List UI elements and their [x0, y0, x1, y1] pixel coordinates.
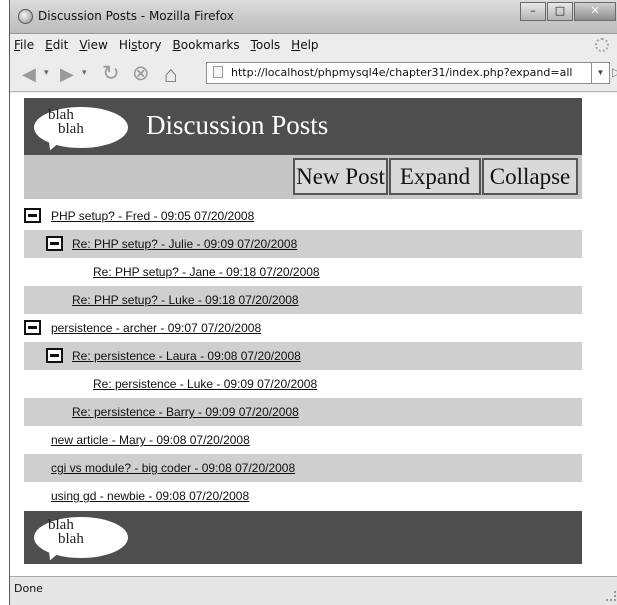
- post-row: new article - Mary - 09:08 07/20/2008: [24, 426, 582, 454]
- logo-bubble-tail: [44, 136, 62, 153]
- forward-arrow-icon[interactable]: ▶: [60, 65, 74, 83]
- post-link[interactable]: Re: PHP setup? - Luke - 09:18 07/20/2008: [72, 286, 299, 314]
- collapse-toggle-icon[interactable]: [24, 208, 41, 223]
- collapse-button[interactable]: Collapse: [482, 158, 578, 195]
- forward-dropdown-icon[interactable]: ▾: [82, 67, 87, 78]
- url-bar[interactable]: http://localhost/phpmysql4e/chapter31/in…: [206, 62, 592, 84]
- post-row: using gd - newbie - 09:08 07/20/2008: [24, 482, 582, 510]
- menu-view[interactable]: View: [79, 38, 107, 52]
- page-footer: blah blah: [24, 511, 582, 564]
- new-post-button[interactable]: New Post: [293, 158, 388, 195]
- maximize-button[interactable]: □: [547, 2, 573, 21]
- minimize-button[interactable]: –: [520, 2, 546, 21]
- post-row: persistence - archer - 09:07 07/20/2008: [24, 314, 582, 342]
- home-icon[interactable]: ⌂: [164, 63, 178, 86]
- post-row: Re: persistence - Luke - 09:09 07/20/200…: [24, 370, 582, 398]
- collapse-toggle-icon[interactable]: [46, 236, 63, 251]
- post-row: Re: PHP setup? - Jane - 09:18 07/20/2008: [24, 258, 582, 286]
- post-link[interactable]: Re: PHP setup? - Julie - 09:09 07/20/200…: [72, 230, 297, 258]
- post-toolbar: New Post Expand Collapse: [24, 155, 582, 199]
- menu-help[interactable]: Help: [291, 38, 318, 52]
- navigation-toolbar: ◀ ▾ ▶ ▾ ↻ ⊗ ⌂ http://localhost/phpmysql4…: [10, 56, 617, 92]
- go-arrow-icon[interactable]: ▷: [612, 65, 617, 79]
- firefox-icon: [18, 9, 33, 24]
- footer-logo-bubble-tail: [44, 546, 62, 563]
- menu-file[interactable]: File: [14, 38, 34, 52]
- title-bar: Discussion Posts - Mozilla Firefox – □ ✕: [10, 0, 617, 34]
- page-viewport: blah blah Discussion Posts New Post Expa…: [10, 93, 617, 576]
- stop-icon[interactable]: ⊗: [132, 63, 150, 84]
- collapse-toggle-icon[interactable]: [24, 320, 41, 335]
- post-link[interactable]: persistence - archer - 09:07 07/20/2008: [51, 314, 261, 342]
- post-row: Re: persistence - Laura - 09:08 07/20/20…: [24, 342, 582, 370]
- post-link[interactable]: cgi vs module? - big coder - 09:08 07/20…: [51, 454, 295, 482]
- page-icon: [213, 66, 223, 78]
- post-list: PHP setup? - Fred - 09:05 07/20/2008 Re: …: [24, 202, 582, 510]
- post-row: Re: PHP setup? - Julie - 09:09 07/20/200…: [24, 230, 582, 258]
- post-row: cgi vs module? - big coder - 09:08 07/20…: [24, 454, 582, 482]
- collapse-toggle-icon[interactable]: [46, 348, 63, 363]
- post-row: Re: persistence - Barry - 09:09 07/20/20…: [24, 398, 582, 426]
- back-dropdown-icon[interactable]: ▾: [44, 67, 49, 78]
- page-header: blah blah Discussion Posts: [24, 98, 582, 155]
- page-title: Discussion Posts: [146, 110, 329, 140]
- menu-edit[interactable]: Edit: [45, 38, 68, 52]
- reload-icon[interactable]: ↻: [102, 63, 120, 84]
- post-link[interactable]: Re: persistence - Luke - 09:09 07/20/200…: [93, 370, 317, 398]
- activity-throbber-icon: [595, 38, 609, 52]
- footer-logo-text: blah blah: [48, 518, 84, 547]
- url-text: http://localhost/phpmysql4e/chapter31/in…: [231, 66, 573, 79]
- post-row: Re: PHP setup? - Luke - 09:18 07/20/2008: [24, 286, 582, 314]
- post-link[interactable]: Re: persistence - Laura - 09:08 07/20/20…: [72, 342, 301, 370]
- post-link[interactable]: Re: PHP setup? - Jane - 09:18 07/20/2008: [93, 258, 320, 286]
- status-text: Done: [14, 582, 43, 595]
- post-link[interactable]: using gd - newbie - 09:08 07/20/2008: [51, 482, 249, 510]
- menu-bar: File Edit View History Bookmarks Tools H…: [10, 34, 617, 56]
- back-arrow-icon[interactable]: ◀: [22, 65, 36, 83]
- status-bar: Done: [10, 576, 617, 605]
- menu-bookmarks[interactable]: Bookmarks: [173, 38, 240, 52]
- post-link[interactable]: Re: persistence - Barry - 09:09 07/20/20…: [72, 398, 299, 426]
- window-title: Discussion Posts - Mozilla Firefox: [38, 9, 234, 23]
- post-row: PHP setup? - Fred - 09:05 07/20/2008: [24, 202, 582, 230]
- post-link[interactable]: PHP setup? - Fred - 09:05 07/20/2008: [51, 202, 254, 230]
- resize-grip-icon[interactable]: [606, 591, 616, 601]
- expand-button[interactable]: Expand: [389, 158, 481, 195]
- browser-window: Discussion Posts - Mozilla Firefox – □ ✕…: [9, 0, 617, 605]
- close-button[interactable]: ✕: [574, 2, 616, 21]
- window-controls: – □ ✕: [519, 2, 616, 21]
- menu-history[interactable]: History: [119, 38, 162, 52]
- menu-tools[interactable]: Tools: [251, 38, 281, 52]
- footer-logo-line-2: blah: [58, 531, 84, 547]
- logo-line-2: blah: [58, 121, 84, 137]
- post-link[interactable]: new article - Mary - 09:08 07/20/2008: [51, 426, 250, 454]
- logo-text: blah blah: [48, 108, 84, 137]
- url-dropdown-icon[interactable]: ▼: [592, 62, 610, 84]
